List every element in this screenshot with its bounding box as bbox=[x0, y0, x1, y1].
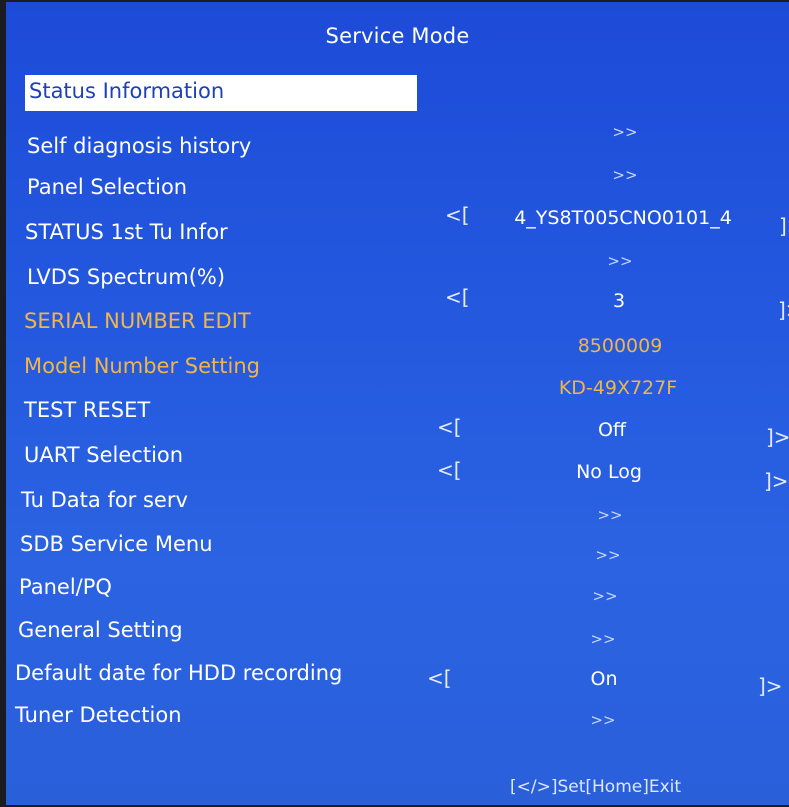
uart-right-bracket[interactable]: ]> bbox=[766, 425, 789, 449]
tuner-left-bracket[interactable]: <[ bbox=[427, 666, 452, 690]
menu-item-sdb-service-menu[interactable]: SDB Service Menu bbox=[20, 532, 213, 556]
menu-item-status-information[interactable]: Status Information bbox=[25, 75, 417, 111]
model-number-value: 8500009 bbox=[577, 335, 663, 357]
menu-item-tuner-detection[interactable]: Tuner Detection bbox=[15, 703, 182, 727]
tu-infor-left-bracket[interactable]: <[ bbox=[445, 203, 470, 227]
footer-hint: [</>]Set[Home]Exit bbox=[510, 777, 682, 797]
uart-left-bracket[interactable]: <[ bbox=[437, 415, 462, 439]
tu-data-right-bracket[interactable]: ]> bbox=[764, 469, 789, 493]
tu-infor-right-bracket[interactable]: ]> bbox=[779, 214, 789, 238]
self-diagnosis-submenu-arrow: >> bbox=[612, 123, 638, 141]
page-title: Service Mode bbox=[325, 24, 470, 48]
menu-item-model-number-setting[interactable]: Model Number Setting bbox=[24, 354, 260, 378]
menu-item-general-setting[interactable]: General Setting bbox=[18, 618, 183, 642]
default-date-submenu-arrow: >> bbox=[590, 630, 616, 648]
menu-item-lvds-spectrum[interactable]: LVDS Spectrum(%) bbox=[27, 265, 225, 289]
menu-item-default-date-hdd-recording[interactable]: Default date for HDD recording bbox=[15, 661, 342, 685]
sdb-submenu-arrow: >> bbox=[597, 506, 623, 524]
panel-pq-submenu-arrow: >> bbox=[595, 546, 621, 564]
tuner-value: On bbox=[590, 668, 618, 690]
general-setting-submenu-arrow: >> bbox=[592, 587, 618, 605]
menu-item-serial-number-edit[interactable]: SERIAL NUMBER EDIT bbox=[24, 309, 251, 333]
serial-right-bracket[interactable]: ]> bbox=[778, 298, 789, 322]
menu-item-panel-pq[interactable]: Panel/PQ bbox=[19, 575, 112, 599]
tu-infor-value: 4_YS8T005CNO0101_4 bbox=[514, 207, 732, 229]
tu-data-value: No Log bbox=[576, 461, 642, 483]
menu-item-self-diagnosis-history[interactable]: Self diagnosis history bbox=[27, 134, 251, 158]
service-mode-screen: Service Mode Status Information Self dia… bbox=[6, 2, 789, 805]
menu-item-uart-selection[interactable]: UART Selection bbox=[24, 443, 183, 467]
tu-data-left-bracket[interactable]: <[ bbox=[437, 458, 462, 482]
menu-item-status-1st-tu-infor[interactable]: STATUS 1st Tu Infor bbox=[25, 220, 228, 244]
panel-selection-submenu-arrow: >> bbox=[612, 166, 638, 184]
serial-value: 3 bbox=[612, 290, 626, 312]
tuner-right-bracket[interactable]: ]> bbox=[758, 674, 783, 698]
menu-item-tu-data-for-serv[interactable]: Tu Data for serv bbox=[21, 488, 188, 512]
lvds-submenu-arrow: >> bbox=[607, 252, 633, 270]
test-reset-value: KD-49X727F bbox=[558, 377, 678, 399]
menu-item-panel-selection[interactable]: Panel Selection bbox=[27, 175, 187, 199]
uart-value: Off bbox=[597, 419, 627, 441]
tuner-detection-submenu-arrow: >> bbox=[590, 711, 616, 729]
serial-left-bracket[interactable]: <[ bbox=[445, 285, 470, 309]
menu-item-test-reset[interactable]: TEST RESET bbox=[24, 398, 150, 422]
